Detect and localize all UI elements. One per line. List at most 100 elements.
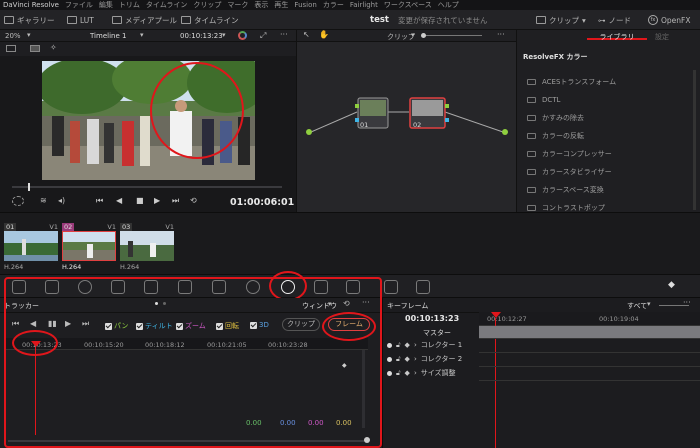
clip-01[interactable]: 01 V1 H.264 (4, 223, 58, 271)
play-icon[interactable]: ▶ (154, 196, 160, 205)
clip-button[interactable]: クリップ ▾ (536, 13, 586, 27)
library-item-label: かすみの除去 (542, 114, 584, 122)
diamond-icon[interactable]: ◆ (405, 369, 410, 377)
sizing-icon[interactable] (416, 280, 430, 294)
chevron-down-icon[interactable]: ▾ (222, 31, 226, 39)
menu-item[interactable]: マーク (227, 0, 248, 10)
library-item-label: カラーコンプレッサー (542, 150, 612, 158)
library-item[interactable]: カラースタビライザー (527, 164, 612, 180)
node-1-label[interactable]: 01 (360, 121, 368, 129)
more-options-icon[interactable]: ··· (280, 30, 288, 39)
go-to-end-icon[interactable]: ⏭ (172, 196, 179, 206)
chevron-right-icon[interactable]: › (414, 341, 417, 349)
speaker-icon[interactable]: ◂) (58, 196, 65, 205)
loop-icon[interactable]: ⟲ (190, 196, 197, 205)
menu-item[interactable]: カラー (323, 0, 344, 10)
stop-icon[interactable]: ■ (136, 196, 144, 205)
single-view-icon[interactable] (6, 45, 16, 52)
node-icon: ⊶ (598, 15, 606, 25)
menu-item[interactable]: タイムライン (146, 0, 188, 10)
tab-settings[interactable]: 設定 (655, 32, 669, 42)
library-item[interactable]: カラーの反転 (527, 128, 584, 144)
menu-item[interactable]: 再生 (274, 0, 288, 10)
chevron-right-icon[interactable]: › (414, 355, 417, 363)
menu-item[interactable]: 編集 (99, 0, 113, 10)
media-pool-button[interactable]: メディアプール (112, 13, 177, 27)
project-name: test (370, 15, 389, 25)
keyframe-row-sizing[interactable]: 🔓︎ ◆ › サイズ調整 (383, 367, 456, 379)
chevron-down-icon[interactable]: ▾ (27, 31, 31, 39)
viewer-scrubber[interactable] (12, 183, 282, 191)
keyframe-toggle-icon[interactable]: ◆ (668, 280, 682, 294)
enable-dot-icon[interactable] (387, 370, 392, 376)
gallery-button[interactable]: ギャラリー (4, 13, 55, 27)
scrub-playhead[interactable] (28, 183, 30, 191)
library-item[interactable]: ACESトランスフォーム (527, 74, 616, 90)
node-button[interactable]: ⊶ ノード (598, 13, 631, 27)
menu-item[interactable]: Fusion (294, 1, 316, 9)
play-reverse-icon[interactable]: ◀ (116, 196, 122, 205)
more-options-icon[interactable]: ··· (683, 298, 691, 307)
enable-dot-icon[interactable] (387, 342, 392, 348)
zoom-slider[interactable] (422, 35, 482, 36)
layers-icon[interactable]: ≋ (40, 196, 47, 205)
loop-select-icon[interactable] (12, 196, 24, 206)
clip-02[interactable]: 02 V1 H.264 (62, 223, 116, 271)
lock-icon[interactable]: 🔓︎ (396, 369, 401, 378)
color-wheel-icon[interactable] (238, 31, 247, 40)
timeline-name-select[interactable]: Timeline 1 (90, 32, 126, 40)
menu-item[interactable]: ファイル (65, 0, 93, 10)
clip-thumbnail (4, 231, 58, 261)
magic-wand-icon[interactable]: ✧ (50, 43, 57, 52)
menu-item[interactable]: ワークスペース (384, 0, 432, 10)
library-scrollbar[interactable] (693, 70, 696, 210)
tab-library[interactable]: ライブラリ (587, 32, 647, 41)
menu-item[interactable]: 表示 (254, 0, 268, 10)
save-status: 変更が保存されていません (398, 15, 488, 25)
effect-icon (527, 115, 536, 121)
diamond-icon[interactable]: ◆ (405, 341, 410, 349)
effect-icon (527, 79, 536, 85)
more-options-icon[interactable]: ··· (497, 30, 505, 39)
library-item[interactable]: カラーコンプレッサー (527, 146, 612, 162)
library-item[interactable]: DCTL (527, 92, 560, 108)
annotation-circle-subject (150, 62, 244, 159)
keyframe-row-corrector-1[interactable]: 🔓︎ ◆ › コレクター 1 (383, 339, 462, 351)
zoom-slider-handle[interactable] (421, 33, 426, 38)
chevron-down-icon[interactable]: ▾ (411, 31, 415, 39)
lock-icon[interactable]: 🔓︎ (396, 341, 401, 350)
enable-dot-icon[interactable] (387, 356, 392, 362)
split-view-icon[interactable] (30, 45, 40, 52)
library-item[interactable]: カラースペース変換 (527, 182, 604, 198)
library-item-label: ACESトランスフォーム (542, 78, 617, 86)
chevron-down-icon[interactable]: ▾ (647, 300, 651, 308)
lock-icon[interactable]: 🔓︎ (396, 355, 401, 364)
fullscreen-icon[interactable]: ⤢ (260, 31, 266, 41)
menu-item[interactable]: トリム (119, 0, 140, 10)
clip-thumbnail (120, 231, 174, 261)
menu-item[interactable]: クリップ (193, 0, 221, 10)
menu-item[interactable]: Fairlight (350, 1, 378, 9)
key-icon[interactable] (384, 280, 398, 294)
hand-icon[interactable]: ✋ (319, 30, 329, 39)
go-to-start-icon[interactable]: ⏮ (96, 196, 103, 206)
pointer-icon[interactable]: ↖ (303, 30, 310, 39)
menu-item[interactable]: ヘルプ (438, 0, 459, 10)
node-2-label[interactable]: 02 (413, 121, 421, 129)
keyframe-timecode: 00:10:13:23 (405, 314, 460, 323)
divider (479, 338, 700, 339)
keyframe-row-corrector-2[interactable]: 🔓︎ ◆ › コレクター 2 (383, 353, 462, 365)
viewer-subheader: ✧ (0, 42, 296, 56)
clip-03[interactable]: 03 V1 H.264 (120, 223, 174, 271)
chevron-down-icon[interactable]: ▾ (140, 31, 144, 39)
keyframe-filter-select[interactable]: すべて (627, 301, 647, 311)
zoom-select[interactable]: 20% (5, 32, 21, 40)
library-item[interactable]: かすみの除去 (527, 110, 584, 126)
timeline-button[interactable]: タイムライン (181, 13, 238, 27)
openfx-button[interactable]: fx OpenFX (648, 13, 690, 27)
chevron-right-icon[interactable]: › (414, 369, 417, 377)
menu-item[interactable]: DaVinci Resolve (3, 1, 59, 9)
master-track-bar[interactable] (479, 326, 700, 338)
lut-button[interactable]: LUT (67, 13, 94, 27)
diamond-icon[interactable]: ◆ (405, 355, 410, 363)
